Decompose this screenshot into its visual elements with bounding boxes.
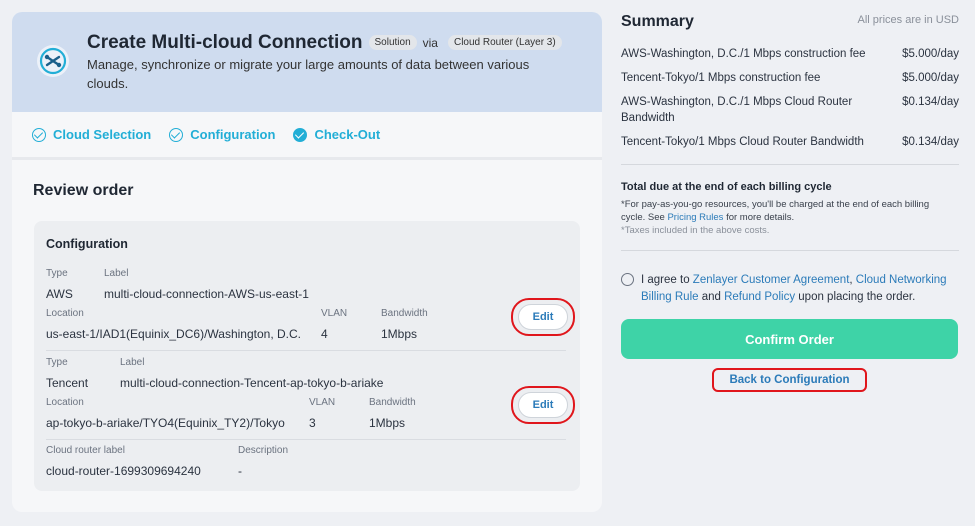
type-label: Type — [46, 357, 68, 368]
connection-type-value: Tencent — [46, 376, 89, 390]
fee-name: AWS-Washington, D.C./1 Mbps construction… — [621, 48, 866, 60]
page-title: Create Multi-cloud Connection Solution via… — [87, 32, 562, 54]
router-label-label: Cloud router label — [46, 445, 125, 456]
step-indicator: Cloud Selection Configuration Check-Out — [12, 112, 602, 160]
confirm-order-button[interactable]: Confirm Order — [621, 319, 958, 359]
connection-label-value: multi-cloud-connection-AWS-us-east-1 — [104, 287, 309, 301]
fee-price: $0.134/day — [902, 136, 959, 148]
divider — [621, 164, 959, 165]
connection-bandwidth-value: 1Mbps — [381, 327, 418, 341]
agree-text: and — [698, 291, 725, 303]
pricing-rules-link[interactable]: Pricing Rules — [667, 212, 723, 223]
page-description: Manage, synchronize or migrate your larg… — [87, 57, 530, 91]
type-label: Type — [46, 268, 68, 279]
check-circle-icon — [169, 127, 184, 142]
solution-badge: Solution — [368, 35, 417, 51]
fee-row: Tencent-Tokyo/1 Mbps Cloud Router Bandwi… — [621, 134, 959, 150]
back-highlight: Back to Configuration — [712, 368, 867, 392]
agree-text: upon placing the order. — [795, 291, 916, 303]
check-circle-icon — [32, 127, 46, 142]
edit-aws-button[interactable]: Edit — [518, 304, 568, 330]
agreement: I agree to Zenlayer Customer Agreement, … — [621, 272, 961, 306]
vlan-label: VLAN — [309, 397, 336, 408]
configuration-panel: Configuration Type Label AWS multi-cloud… — [34, 221, 580, 491]
header-banner: Create Multi-cloud Connection Solution via… — [12, 12, 602, 112]
label-label: Label — [104, 268, 129, 279]
currency-note: All prices are in USD — [857, 14, 959, 26]
step-configuration[interactable]: Configuration — [169, 127, 275, 142]
fee-price: $5.000/day — [902, 48, 959, 60]
step-label: Configuration — [190, 127, 276, 142]
total-due-heading: Total due at the end of each billing cyc… — [621, 181, 832, 193]
summary-heading: Summary — [621, 13, 694, 30]
connection-location-value: us-east-1/IAD1(Equinix_DC6)/Washington, … — [46, 327, 301, 341]
vlan-label: VLAN — [321, 308, 348, 319]
configuration-heading: Configuration — [46, 237, 128, 251]
customer-agreement-link[interactable]: Zenlayer Customer Agreement — [693, 274, 850, 286]
fee-price: $0.134/day — [902, 96, 959, 108]
divider — [46, 350, 566, 351]
edit-highlight: Edit — [511, 386, 575, 424]
agree-text: I agree to — [641, 274, 693, 286]
tax-note: *Taxes included in the above costs. — [621, 225, 770, 236]
fee-name: Tencent-Tokyo/1 Mbps Cloud Router Bandwi… — [621, 136, 864, 148]
label-label: Label — [120, 357, 145, 368]
step-cloud-selection[interactable]: Cloud Selection — [32, 127, 151, 142]
router-label-value: cloud-router-1699309694240 — [46, 464, 201, 478]
bandwidth-label: Bandwidth — [381, 308, 428, 319]
edit-highlight: Edit — [511, 298, 575, 336]
step-label: Cloud Selection — [53, 127, 152, 142]
agree-radio[interactable] — [621, 273, 634, 286]
multi-cloud-icon — [37, 45, 69, 77]
fee-row: AWS-Washington, D.C./1 Mbps Cloud Router… — [621, 94, 959, 126]
description-label: Description — [238, 445, 289, 456]
connection-type-value: AWS — [46, 287, 73, 301]
fee-name: Tencent-Tokyo/1 Mbps construction fee — [621, 72, 821, 84]
fee-price: $5.000/day — [902, 72, 959, 84]
connection-location-value: ap-tokyo-b-ariake/TYO4(Equinix_TY2)/Toky… — [46, 416, 285, 430]
location-label: Location — [46, 308, 84, 319]
connection-bandwidth-value: 1Mbps — [369, 416, 406, 430]
connection-vlan-value: 4 — [321, 327, 328, 341]
order-card: Create Multi-cloud Connection Solution via… — [12, 12, 602, 512]
divider — [46, 439, 566, 440]
bandwidth-label: Bandwidth — [369, 397, 416, 408]
via-text: via — [422, 35, 438, 50]
step-label: Check-Out — [314, 127, 381, 142]
router-description-value: - — [238, 464, 242, 478]
billing-note: *For pay-as-you-go resources, you'll be … — [621, 198, 951, 224]
location-label: Location — [46, 397, 84, 408]
step-check-out: Check-Out — [293, 127, 380, 142]
back-to-configuration-link[interactable]: Back to Configuration — [729, 374, 849, 386]
fee-name: AWS-Washington, D.C./1 Mbps Cloud Router… — [621, 96, 853, 124]
check-circle-filled-icon — [293, 127, 308, 142]
router-badge: Cloud Router (Layer 3) — [447, 35, 562, 51]
edit-tencent-button[interactable]: Edit — [518, 392, 568, 418]
divider — [621, 250, 959, 251]
billing-note-text: for more details. — [723, 212, 795, 223]
connection-label-value: multi-cloud-connection-Tencent-ap-tokyo-… — [120, 376, 384, 390]
page-title-text: Create Multi-cloud Connection — [87, 32, 363, 53]
refund-policy-link[interactable]: Refund Policy — [724, 291, 795, 303]
fee-row: Tencent-Tokyo/1 Mbps construction fee $5… — [621, 70, 959, 86]
fee-row: AWS-Washington, D.C./1 Mbps construction… — [621, 46, 959, 62]
connection-vlan-value: 3 — [309, 416, 316, 430]
review-order-heading: Review order — [33, 182, 134, 199]
